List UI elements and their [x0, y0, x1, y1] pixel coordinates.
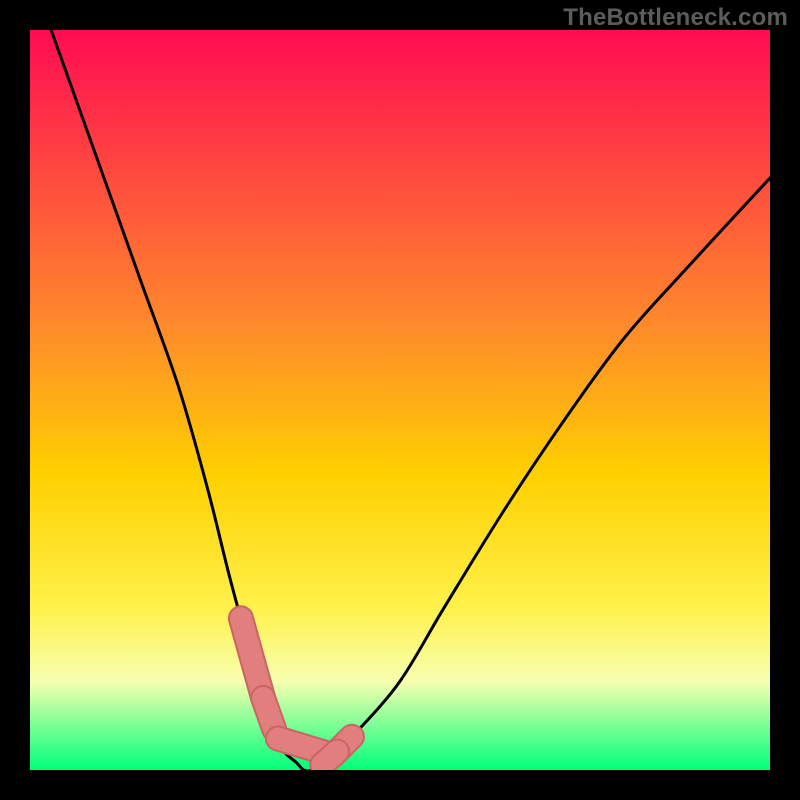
watermark-text: TheBottleneck.com [563, 4, 788, 32]
curve-marker [263, 698, 274, 729]
plot-area [30, 30, 770, 770]
chart-frame: TheBottleneck.com [0, 0, 800, 800]
curve-marker [322, 752, 337, 765]
gradient-background [30, 30, 770, 770]
chart-svg [30, 30, 770, 770]
